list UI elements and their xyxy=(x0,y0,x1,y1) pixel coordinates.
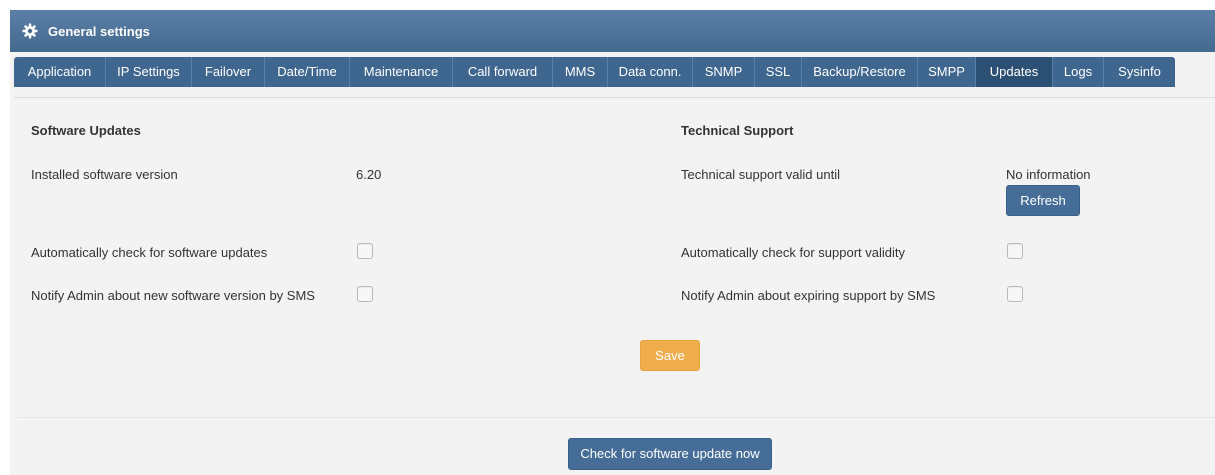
tab-call-forward[interactable]: Call forward xyxy=(453,57,553,87)
tab-updates[interactable]: Updates xyxy=(976,57,1053,87)
software-updates-heading: Software Updates xyxy=(31,123,141,138)
support-valid-until-value: No information xyxy=(1006,167,1091,182)
tab-application[interactable]: Application xyxy=(14,57,106,87)
tab-snmp[interactable]: SNMP xyxy=(693,57,755,87)
tab-data-conn[interactable]: Data conn. xyxy=(608,57,693,87)
tab-maintenance[interactable]: Maintenance xyxy=(350,57,453,87)
page: General settings Application IP Settings… xyxy=(0,0,1215,475)
actions-divider xyxy=(18,417,1215,418)
tab-mms[interactable]: MMS xyxy=(553,57,608,87)
panel-title: General settings xyxy=(48,23,150,39)
tab-backup-restore[interactable]: Backup/Restore xyxy=(802,57,918,87)
notify-expiring-support-checkbox[interactable] xyxy=(1007,286,1023,302)
tab-content-divider xyxy=(14,97,1215,98)
refresh-button[interactable]: Refresh xyxy=(1006,185,1080,216)
auto-check-support-checkbox[interactable] xyxy=(1007,243,1023,259)
tab-ssl[interactable]: SSL xyxy=(755,57,802,87)
check-update-now-button[interactable]: Check for software update now xyxy=(568,438,772,470)
notify-new-version-checkbox[interactable] xyxy=(357,286,373,302)
tab-smpp[interactable]: SMPP xyxy=(918,57,976,87)
auto-check-updates-checkbox[interactable] xyxy=(357,243,373,259)
notify-expiring-support-label: Notify Admin about expiring support by S… xyxy=(681,288,936,303)
notify-new-version-label: Notify Admin about new software version … xyxy=(31,288,315,303)
auto-check-updates-label: Automatically check for software updates xyxy=(31,245,268,260)
save-button[interactable]: Save xyxy=(640,340,700,371)
tab-ip-settings[interactable]: IP Settings xyxy=(106,57,192,87)
tab-date-time[interactable]: Date/Time xyxy=(265,57,350,87)
tab-failover[interactable]: Failover xyxy=(192,57,265,87)
technical-support-heading: Technical Support xyxy=(681,123,794,138)
gear-icon xyxy=(22,23,38,39)
tab-logs[interactable]: Logs xyxy=(1053,57,1104,87)
auto-check-support-label: Automatically check for support validity xyxy=(681,245,905,260)
installed-version-value: 6.20 xyxy=(356,167,382,182)
support-valid-until-label: Technical support valid until xyxy=(681,167,840,182)
panel-header: General settings xyxy=(10,10,1215,52)
installed-version-label: Installed software version xyxy=(31,167,178,182)
tab-bar: Application IP Settings Failover Date/Ti… xyxy=(14,57,1175,87)
tab-sysinfo[interactable]: Sysinfo xyxy=(1104,57,1175,87)
